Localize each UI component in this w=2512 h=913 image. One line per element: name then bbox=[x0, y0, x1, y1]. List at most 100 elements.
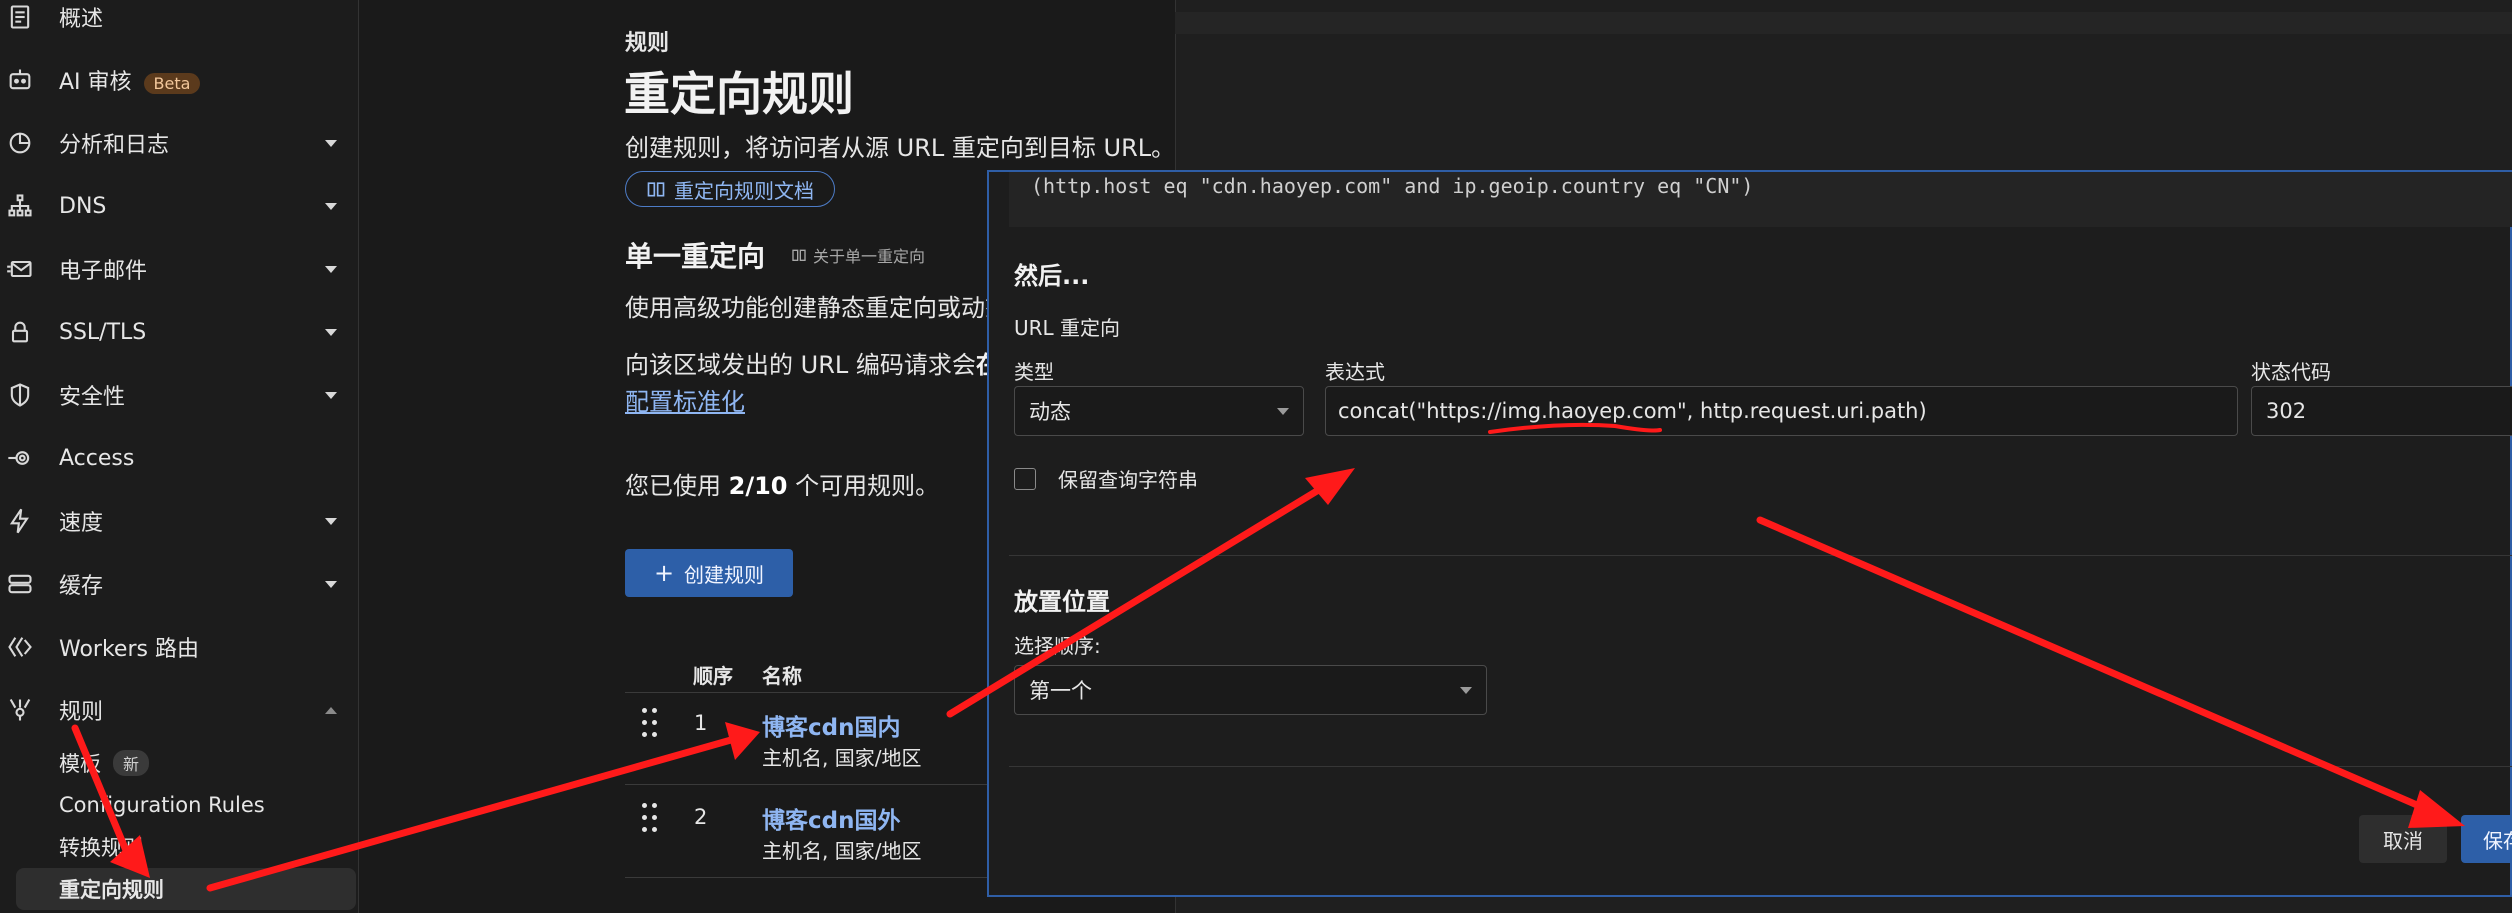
sidebar-item-workers[interactable]: Workers 路由 bbox=[0, 622, 358, 672]
sidebar-item-label: 概述 bbox=[59, 7, 104, 32]
sidebar-item-label: 规则 bbox=[59, 700, 104, 725]
sidebar-item-speed[interactable]: 速度 bbox=[0, 496, 358, 546]
sidebar-subitem-config-rules[interactable]: Configuration Rules bbox=[59, 789, 265, 821]
sidebar-item-label: Workers 路由 bbox=[59, 637, 199, 662]
then-section-title: 然后... bbox=[1014, 262, 1090, 290]
sidebar: 概述 AI 审核 Beta 分析和日志 DNS 电子邮件 SSL/TLS 安全性 … bbox=[0, 0, 359, 913]
sidebar-item-access[interactable]: Access bbox=[0, 433, 358, 483]
create-rule-button[interactable]: + 创建规则 bbox=[625, 549, 793, 597]
save-button[interactable]: 保存 bbox=[2461, 815, 2512, 863]
status-code-select[interactable]: 302 bbox=[2251, 386, 2512, 436]
sidebar-item-security[interactable]: 安全性 bbox=[0, 370, 358, 420]
sidebar-item-ai-audit[interactable]: AI 审核 Beta bbox=[0, 55, 358, 105]
page-description: 创建规则，将访问者从源 URL 重定向到目标 URL。 bbox=[625, 134, 1176, 162]
sidebar-item-dns[interactable]: DNS bbox=[0, 181, 358, 231]
sidebar-subitem-transform-rules[interactable]: 转换规则 bbox=[59, 831, 143, 863]
chevron-down-icon bbox=[1277, 408, 1289, 415]
lightning-icon bbox=[9, 508, 29, 534]
sidebar-item-label: 分析和日志 bbox=[59, 133, 170, 158]
rule-name-link[interactable]: 博客cdn国内 bbox=[762, 708, 900, 742]
encoding-description: 向该区域发出的 URL 编码请求会在 bbox=[625, 345, 1000, 380]
sidebar-item-label: Access bbox=[59, 445, 135, 471]
sidebar-subitem-label: Configuration Rules bbox=[59, 793, 265, 817]
create-rule-label: 创建规则 bbox=[684, 562, 765, 587]
chevron-down-icon bbox=[325, 391, 337, 399]
new-badge: 新 bbox=[113, 750, 150, 776]
sidebar-item-analytics[interactable]: 分析和日志 bbox=[0, 118, 358, 168]
breadcrumb[interactable]: 规则 bbox=[625, 25, 669, 57]
sidebar-item-ssl[interactable]: SSL/TLS bbox=[0, 307, 358, 357]
shield-icon bbox=[10, 383, 30, 407]
chevron-down-icon bbox=[325, 139, 337, 147]
expression-input-value: concat("https://img.haoyep.com", http.re… bbox=[1338, 399, 1927, 423]
chevron-up-icon bbox=[325, 706, 337, 714]
expression-input[interactable]: concat("https://img.haoyep.com", http.re… bbox=[1325, 386, 2238, 436]
usage-suffix: 个可用规则。 bbox=[787, 472, 940, 500]
about-single-redirect-link[interactable]: 关于单一重定向 bbox=[791, 243, 925, 267]
column-header-order: 顺序 bbox=[693, 664, 733, 688]
book-icon bbox=[647, 182, 665, 197]
sidebar-item-overview[interactable]: 概述 bbox=[0, 0, 358, 42]
status-code-label: 状态代码 bbox=[2251, 360, 2331, 384]
cancel-button[interactable]: 取消 bbox=[2359, 815, 2447, 863]
keep-query-checkbox[interactable]: 保留查询字符串 bbox=[1014, 464, 1198, 493]
section-divider bbox=[1009, 555, 2512, 556]
beta-badge: Beta bbox=[143, 72, 201, 94]
rule-conditions: 主机名, 国家/地区 bbox=[762, 746, 922, 770]
background-panel-bar bbox=[1175, 12, 2512, 34]
sidebar-subitem-label: 重定向规则 bbox=[59, 878, 164, 902]
chevron-down-icon bbox=[1460, 687, 1472, 694]
column-header-name: 名称 bbox=[762, 664, 802, 688]
rule-conditions: 主机名, 国家/地区 bbox=[762, 839, 922, 863]
type-select-value: 动态 bbox=[1029, 400, 1071, 424]
storage-icon bbox=[8, 574, 32, 594]
chart-pie-icon bbox=[9, 132, 31, 154]
expression-preview-text: (http.host eq "cdn.haoyep.com" and ip.ge… bbox=[1031, 174, 1754, 198]
usage-prefix: 您已使用 bbox=[625, 472, 729, 500]
sidebar-item-label: AI 审核 bbox=[59, 70, 132, 95]
sidebar-item-label: 缓存 bbox=[59, 574, 104, 599]
chevron-down-icon bbox=[325, 517, 337, 525]
book-icon bbox=[792, 249, 806, 261]
drag-handle-icon[interactable] bbox=[642, 803, 660, 835]
usage-count: 2/10 bbox=[728, 472, 788, 500]
section-title: 单一重定向 bbox=[625, 240, 766, 273]
mail-icon bbox=[7, 260, 32, 278]
document-icon bbox=[10, 5, 30, 29]
sidebar-subitem-label: 转换规则 bbox=[59, 836, 143, 860]
sidebar-item-label: 速度 bbox=[59, 511, 104, 536]
expression-label: 表达式 bbox=[1325, 360, 1385, 384]
normalization-link[interactable]: 配置标准化 bbox=[625, 382, 745, 417]
sidebar-subitem-templates[interactable]: 模板 新 bbox=[59, 747, 150, 779]
placement-title: 放置位置 bbox=[1014, 588, 1110, 616]
type-select[interactable]: 动态 bbox=[1014, 386, 1304, 436]
sidebar-item-email[interactable]: 电子邮件 bbox=[0, 244, 358, 294]
robot-icon bbox=[9, 69, 31, 90]
sidebar-item-label: 电子邮件 bbox=[59, 259, 148, 284]
order-select[interactable]: 第一个 bbox=[1014, 665, 1487, 715]
rule-name-link[interactable]: 博客cdn国外 bbox=[762, 801, 900, 835]
checkbox-box[interactable] bbox=[1014, 467, 1036, 490]
sidebar-item-label: DNS bbox=[59, 193, 107, 219]
rule-editor-panel: (http.host eq "cdn.haoyep.com" and ip.ge… bbox=[987, 170, 2512, 897]
order-label: 选择顺序: bbox=[1014, 634, 1101, 658]
encoding-text: 向该区域发出的 URL 编码请求会 bbox=[625, 351, 976, 379]
type-label: 类型 bbox=[1014, 360, 1054, 384]
status-code-value: 302 bbox=[2266, 399, 2307, 423]
access-icon bbox=[8, 451, 30, 465]
row-order: 2 bbox=[694, 805, 708, 829]
sidebar-subitem-redirect-rules[interactable]: 重定向规则 bbox=[59, 873, 164, 905]
docs-button[interactable]: 重定向规则文档 bbox=[625, 171, 835, 207]
workers-icon bbox=[8, 637, 32, 657]
section-description: 使用高级功能创建静态重定向或动态 bbox=[625, 294, 1009, 322]
section-divider bbox=[1009, 766, 2512, 767]
sidebar-item-rules[interactable]: 规则 bbox=[0, 685, 358, 735]
drag-handle-icon[interactable] bbox=[642, 708, 660, 740]
redirect-type-label: URL 重定向 bbox=[1014, 316, 1121, 340]
chevron-down-icon bbox=[325, 202, 337, 210]
order-select-value: 第一个 bbox=[1029, 679, 1092, 703]
plus-icon: + bbox=[653, 559, 675, 587]
sidebar-item-cache[interactable]: 缓存 bbox=[0, 559, 358, 609]
lock-icon bbox=[11, 321, 29, 343]
about-link-label: 关于单一重定向 bbox=[813, 247, 926, 266]
